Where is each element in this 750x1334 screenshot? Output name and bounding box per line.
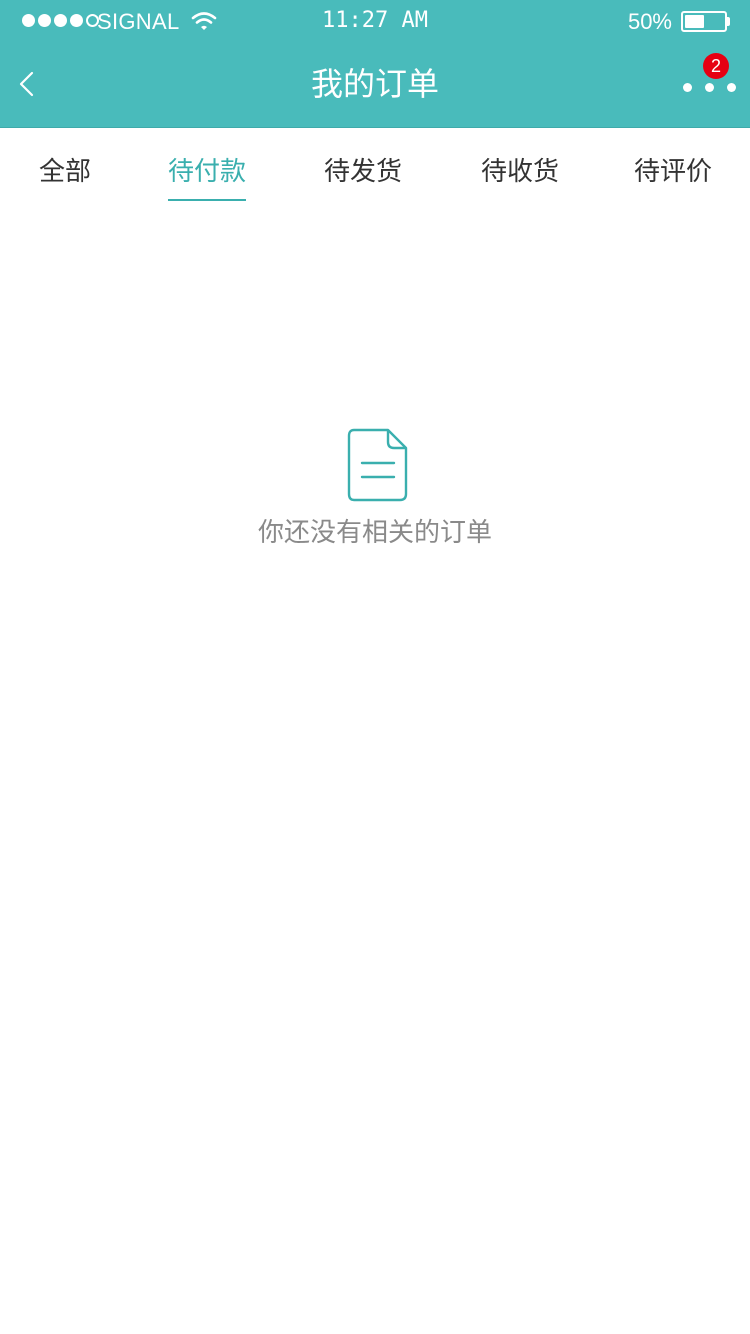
tab-pending-shipment[interactable]: 待发货	[324, 155, 402, 189]
tab-label: 全部	[38, 157, 92, 187]
notification-badge: 2	[703, 53, 729, 79]
tab-pending-receipt[interactable]: 待收货	[481, 155, 559, 189]
tab-label: 待收货	[480, 157, 560, 187]
tab-label: 待发货	[323, 157, 403, 187]
battery-icon	[681, 11, 727, 32]
more-button[interactable]: 2	[676, 52, 740, 102]
more-dot	[705, 83, 714, 92]
document-icon	[347, 428, 408, 502]
tab-pending-payment[interactable]: 待付款	[167, 155, 247, 201]
battery-percent: 50%	[627, 9, 672, 34]
page-title: 我的订单	[310, 65, 439, 103]
battery-fill	[685, 15, 704, 28]
status-bar: SIGNAL 11:27 AM 50%	[0, 0, 750, 42]
more-dot	[683, 83, 692, 92]
tab-label: 待付款	[167, 157, 247, 187]
tab-label: 待评价	[633, 157, 713, 187]
battery-tip	[727, 17, 730, 26]
more-dot	[727, 83, 736, 92]
order-status-tabs: 全部 待付款 待发货 待收货 待评价	[0, 129, 750, 215]
tab-all[interactable]: 全部	[39, 155, 91, 189]
more-dots-icon	[683, 83, 736, 92]
tab-pending-review[interactable]: 待评价	[634, 155, 712, 189]
active-tab-indicator	[167, 199, 247, 201]
header: SIGNAL 11:27 AM 50% 我的订单 2	[0, 0, 750, 128]
empty-message: 你还没有相关的订单	[257, 518, 492, 548]
